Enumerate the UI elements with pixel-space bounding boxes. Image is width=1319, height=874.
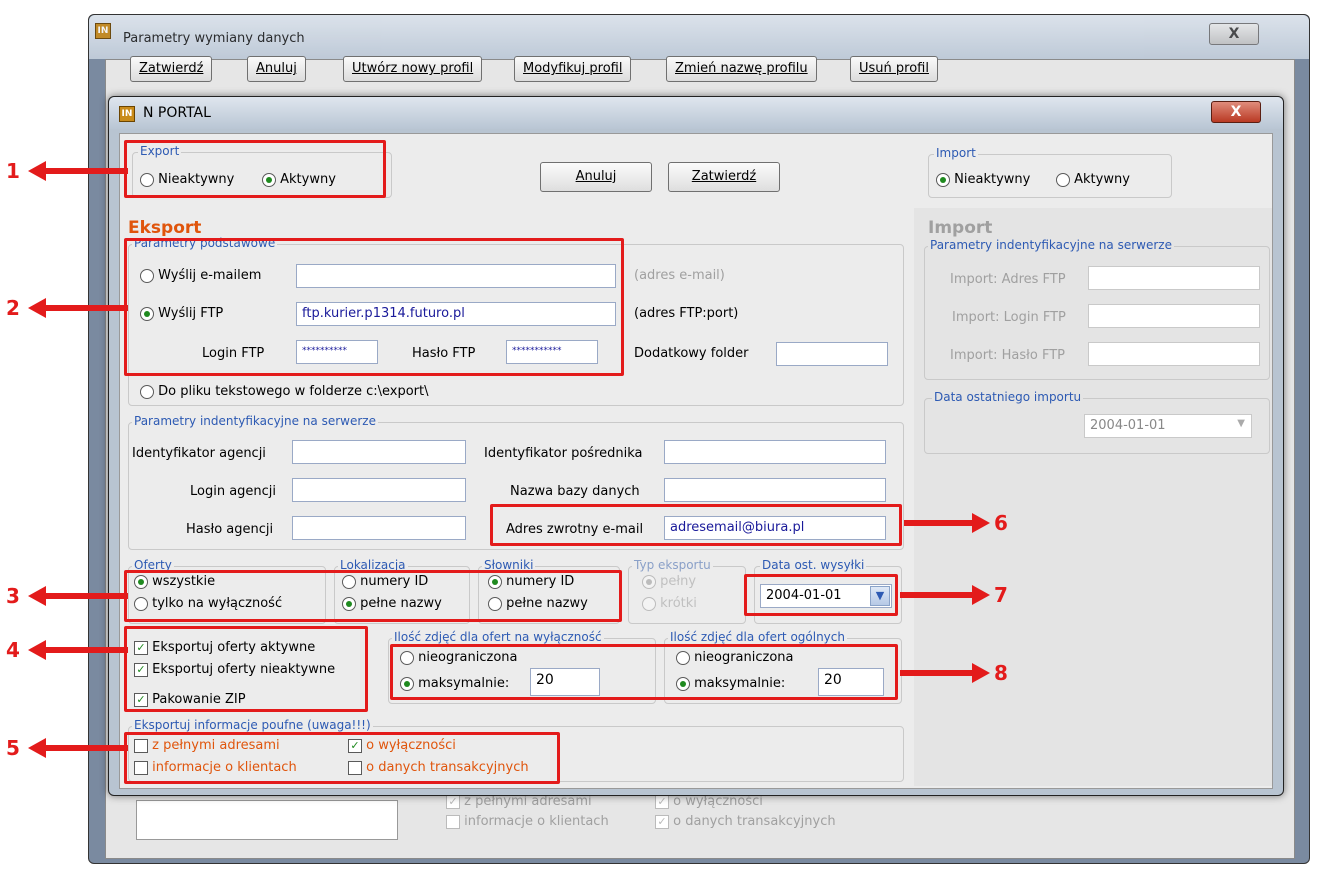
modify-profile-button[interactable]: Modyfikuj profil	[514, 56, 632, 82]
extra-folder-label: Dodatkowy folder	[634, 346, 749, 361]
agency-login-field[interactable]	[292, 478, 466, 502]
back-close-button[interactable]: X	[1209, 23, 1259, 45]
database-name-field[interactable]	[664, 478, 886, 502]
annotation-box-4	[124, 626, 368, 712]
radio	[140, 384, 154, 399]
confidential-legend: Eksportuj informacje poufne (uwaga!!!)	[132, 718, 373, 732]
back-confirm-label: Zatwierdź	[139, 61, 204, 76]
radio	[1056, 172, 1070, 187]
back-check-client-info: informacje o klientach	[446, 814, 609, 829]
broker-id-label: Identyfikator pośrednika	[484, 446, 643, 461]
import-login-label: Import: Login FTP	[952, 310, 1066, 325]
new-profile-button[interactable]: Utwórz nowy profil	[343, 56, 483, 82]
delete-profile-label: Usuń profil	[859, 61, 929, 76]
close-button[interactable]: X	[1211, 101, 1261, 123]
ftp-hint: (adres FTP:port)	[634, 306, 739, 321]
annotation-box-1	[124, 140, 386, 198]
annotation-number-2: 2	[6, 296, 20, 320]
back-cancel-button[interactable]: Anuluj	[247, 56, 306, 82]
back-profile-list[interactable]	[136, 800, 398, 840]
export-type-legend: Typ eksportu	[632, 558, 713, 572]
annotation-number-3: 3	[6, 584, 20, 608]
annotation-box-6	[490, 504, 902, 546]
chevron-down-icon: ▼	[1237, 418, 1245, 429]
cancel-label: Anuluj	[575, 169, 617, 184]
app-icon: IN	[95, 23, 111, 39]
import-inactive-radio[interactable]: Nieaktywny	[936, 172, 1030, 187]
confirm-button[interactable]: Zatwierdź	[668, 162, 780, 192]
import-password-field	[1088, 342, 1260, 366]
agency-password-label: Hasło agencji	[186, 522, 274, 537]
import-toggle-legend: Import	[934, 146, 978, 160]
delete-profile-button[interactable]: Usuń profil	[850, 56, 938, 82]
agency-login-label: Login agencji	[190, 484, 277, 499]
back-check-transaction-data: ✓ o danych transakcyjnych	[655, 814, 836, 829]
photos-general-legend: Ilość zdjęć dla ofert ogólnych	[668, 630, 847, 644]
annotation-number-6: 6	[994, 511, 1008, 535]
agency-id-field[interactable]	[292, 440, 466, 464]
annotation-box-3	[124, 570, 622, 622]
back-check-exclusivity: ✓ o wyłączności	[655, 794, 763, 809]
modify-profile-label: Modyfikuj profil	[523, 61, 623, 76]
annotation-number-7: 7	[994, 583, 1008, 607]
last-import-select: 2004-01-01 ▼	[1084, 414, 1252, 438]
server-params-legend: Parametry indentyfikacyjne na serwerze	[132, 414, 378, 428]
last-send-date-legend: Data ost. wysyłki	[760, 558, 867, 572]
import-heading: Import	[928, 218, 993, 238]
annotation-box-5	[124, 732, 560, 784]
annotation-box-8	[390, 644, 898, 700]
app-icon: IN	[119, 106, 135, 122]
import-active-radio[interactable]: Aktywny	[1056, 172, 1130, 187]
export-type-short-radio: krótki	[642, 596, 697, 611]
annotation-number-8: 8	[994, 661, 1008, 685]
cancel-button[interactable]: Anuluj	[540, 162, 652, 192]
text-file-radio[interactable]: Do pliku tekstowego w folderze c:\export…	[140, 384, 428, 399]
import-server-legend: Parametry indentyfikacyjne na serwerze	[928, 238, 1174, 252]
window-title: N PORTAL	[143, 105, 211, 121]
last-import-legend: Data ostatniego importu	[932, 390, 1084, 404]
radio	[936, 172, 950, 187]
annotation-box-7	[744, 574, 898, 616]
back-cancel-label: Anuluj	[256, 61, 297, 76]
back-check-full-addresses: ✓ z pełnymi adresami	[446, 794, 592, 809]
rename-profile-button[interactable]: Zmień nazwę profilu	[666, 56, 817, 82]
extra-folder-field[interactable]	[776, 342, 888, 366]
import-ftp-label: Import: Adres FTP	[950, 272, 1066, 287]
confirm-label: Zatwierdź	[691, 169, 757, 184]
database-name-label: Nazwa bazy danych	[510, 484, 640, 499]
back-confirm-button[interactable]: Zatwierdź	[130, 56, 213, 82]
annotation-box-2	[124, 238, 624, 376]
eksport-heading: Eksport	[128, 218, 202, 238]
radio	[642, 596, 656, 611]
import-password-label: Import: Hasło FTP	[950, 348, 1065, 363]
export-type-full-radio: pełny	[642, 574, 696, 589]
new-profile-label: Utwórz nowy profil	[352, 61, 474, 76]
back-window-title: Parametry wymiany danych	[123, 31, 305, 46]
import-login-field	[1088, 304, 1260, 328]
window-titlebar: IN N PORTAL X	[109, 97, 1283, 129]
agency-password-field[interactable]	[292, 516, 466, 540]
annotation-number-1: 1	[6, 159, 20, 183]
email-hint: (adres e-mail)	[634, 268, 725, 283]
photos-exclusive-legend: Ilość zdjęć dla ofert na wyłączność	[392, 630, 604, 644]
annotation-number-5: 5	[6, 736, 20, 760]
back-window-titlebar: IN Parametry wymiany danych X	[89, 15, 1309, 59]
broker-id-field[interactable]	[664, 440, 886, 464]
annotation-number-4: 4	[6, 638, 20, 662]
agency-id-label: Identyfikator agencji	[132, 446, 266, 461]
rename-profile-label: Zmień nazwę profilu	[675, 61, 808, 76]
radio	[642, 574, 656, 589]
import-ftp-field	[1088, 266, 1260, 290]
